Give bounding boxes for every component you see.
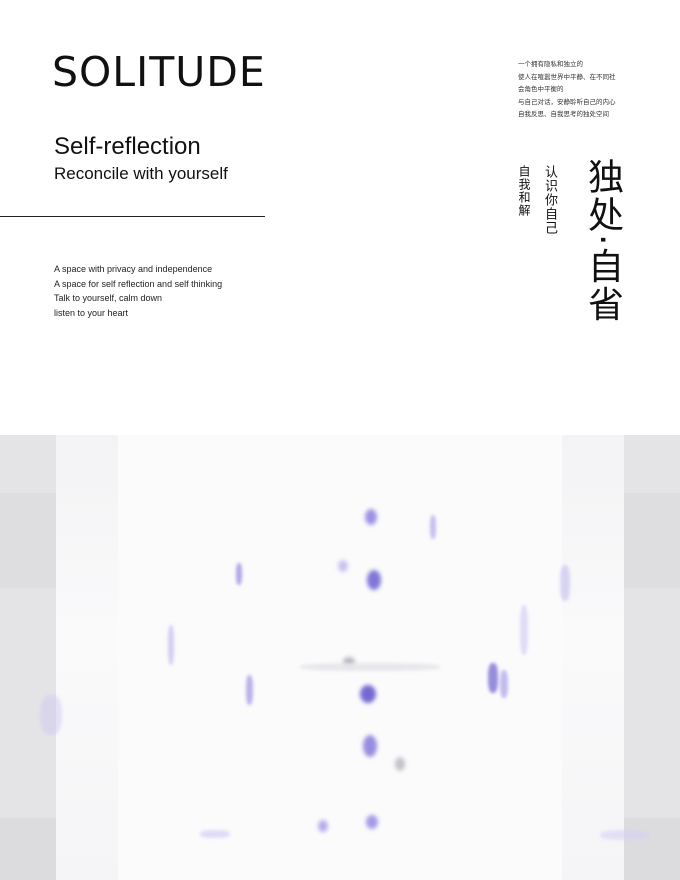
chinese-paragraph: 一个拥有隐私和独立的 使人在喧嚣世界中平静、在不同社 会角色中平衡的 与自己对话…: [518, 58, 616, 121]
divider-line: [0, 216, 265, 217]
description-line: Talk to yourself, calm down: [54, 293, 163, 303]
description-line: listen to your heart: [54, 307, 129, 318]
vertical-text-reconcile: 自我和解: [517, 165, 531, 217]
chinese-paragraph-line: 自我反思、自我思考的独处空间: [518, 110, 609, 118]
vertical-title-solitude: 独处·自省: [582, 158, 623, 324]
description-line: A space for self reflection and self thi…: [54, 278, 223, 289]
chinese-paragraph-line: 一个拥有隐私和独立的: [518, 60, 583, 68]
description-line: A space with privacy and independence: [54, 264, 213, 274]
chinese-paragraph-line: 会角色中平衡的: [518, 85, 564, 93]
description-text: A space with privacy and independence A …: [54, 262, 222, 320]
subtitle: Self-reflection: [54, 133, 201, 160]
vertical-text-know-yourself: 认识你自己: [542, 165, 557, 235]
tagline: Reconcile with yourself: [54, 164, 228, 183]
abstract-image: [0, 435, 680, 880]
page-title: SOLITUDE: [52, 48, 266, 96]
chinese-paragraph-line: 与自己对话，安静聆听自己的内心: [518, 97, 616, 106]
chinese-paragraph-line: 使人在喧嚣世界中平静、在不同社: [518, 72, 616, 81]
